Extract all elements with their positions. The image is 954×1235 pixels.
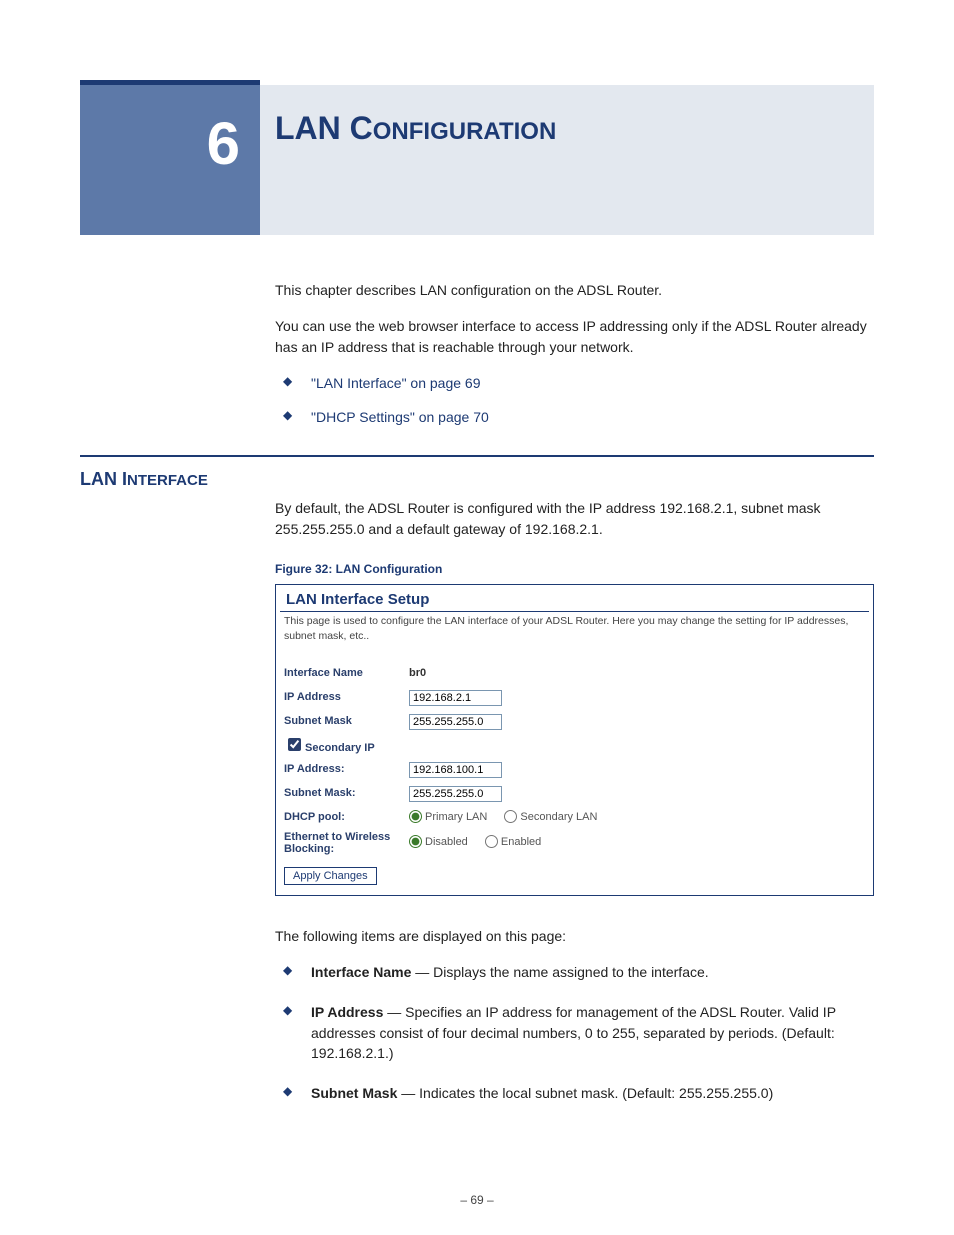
label-subnet-mask2: Subnet Mask:	[284, 786, 409, 802]
document-page: 6 LAN CONFIGURATION This chapter describ…	[0, 0, 954, 1235]
section-p1: By default, the ADSL Router is configure…	[275, 498, 874, 539]
item-name: IP Address	[311, 1004, 383, 1020]
item-desc: — Specifies an IP address for management…	[311, 1004, 836, 1061]
screenshot-form: Interface Name br0 IP Address Subnet Mas…	[276, 663, 873, 895]
embedded-screenshot: LAN Interface Setup This page is used to…	[275, 584, 874, 895]
intro-p2: You can use the web browser interface to…	[275, 316, 874, 357]
screenshot-description: This page is used to configure the LAN i…	[276, 612, 873, 662]
input-ip-address2[interactable]	[409, 762, 502, 778]
toc-item-dhcp-settings[interactable]: "DHCP Settings" on page 70	[275, 407, 874, 427]
label-ip-address2: IP Address:	[284, 762, 409, 778]
label-secondary-ip-text: Secondary IP	[305, 742, 375, 754]
toc-list: "LAN Interface" on page 69 "DHCP Setting…	[275, 373, 874, 428]
row-subnet-mask: Subnet Mask	[284, 711, 865, 733]
radio-dhcp-primary[interactable]	[409, 810, 422, 823]
apply-changes-button[interactable]: Apply Changes	[284, 867, 377, 885]
item-name: Subnet Mask	[311, 1085, 397, 1101]
section-head-main: LAN I	[80, 469, 127, 489]
eth-wifi-block-options: Disabled Enabled	[409, 835, 555, 851]
radio-dhcp-secondary[interactable]	[504, 810, 517, 823]
item-ip-address: IP Address — Specifies an IP address for…	[275, 1002, 874, 1063]
label-interface-name: Interface Name	[284, 666, 409, 682]
dhcp-pool-options: Primary LAN Secondary LAN	[409, 810, 611, 826]
input-subnet-mask[interactable]	[409, 714, 502, 730]
label-dhcp-pool: DHCP pool:	[284, 810, 409, 826]
item-desc: — Displays the name assigned to the inte…	[411, 964, 708, 980]
item-interface-name: Interface Name — Displays the name assig…	[275, 962, 874, 982]
items-list: Interface Name — Displays the name assig…	[275, 962, 874, 1103]
section-head-smallcaps: NTERFACE	[127, 472, 208, 489]
label-secondary-ip: Secondary IP	[284, 735, 409, 757]
radio-block-enabled[interactable]	[485, 835, 498, 848]
chapter-title-bar	[260, 85, 874, 235]
value-interface-name: br0	[409, 666, 426, 682]
label-ip-address: IP Address	[284, 690, 409, 706]
figure-caption: Figure 32: LAN Configuration	[275, 561, 874, 578]
checkbox-secondary-ip[interactable]	[288, 738, 301, 751]
radio-label-block-enabled: Enabled	[501, 836, 541, 848]
radio-label-dhcp-primary: Primary LAN	[425, 811, 487, 823]
item-name: Interface Name	[311, 964, 411, 980]
intro-body: This chapter describes LAN configuration…	[275, 280, 874, 427]
toc-link: "LAN Interface" on page 69	[311, 375, 481, 391]
chapter-title-smallcaps: ONFIGURATION	[373, 118, 557, 145]
label-subnet-mask: Subnet Mask	[284, 714, 409, 730]
row-eth-wifi-block: Ethernet to Wireless Blocking: Disabled …	[284, 831, 865, 855]
item-desc: — Indicates the local subnet mask. (Defa…	[397, 1085, 773, 1101]
row-ip-address: IP Address	[284, 687, 865, 709]
items-intro: The following items are displayed on thi…	[275, 926, 874, 946]
toc-item-lan-interface[interactable]: "LAN Interface" on page 69	[275, 373, 874, 393]
input-subnet-mask2[interactable]	[409, 786, 502, 802]
row-dhcp-pool: DHCP pool: Primary LAN Secondary LAN	[284, 807, 865, 829]
chapter-title-main: LAN C	[275, 110, 373, 146]
row-interface-name: Interface Name br0	[284, 663, 865, 685]
input-ip-address[interactable]	[409, 690, 502, 706]
radio-block-disabled[interactable]	[409, 835, 422, 848]
radio-label-dhcp-secondary: Secondary LAN	[520, 811, 597, 823]
row-secondary-ip: Secondary IP	[284, 735, 865, 757]
item-subnet-mask: Subnet Mask — Indicates the local subnet…	[275, 1083, 874, 1103]
chapter-number-block: 6	[80, 80, 260, 235]
section-body: By default, the ADSL Router is configure…	[275, 498, 874, 1103]
page-number: – 69 –	[0, 1193, 954, 1207]
label-eth-wifi-block: Ethernet to Wireless Blocking:	[284, 831, 409, 855]
row-subnet-mask2: Subnet Mask:	[284, 783, 865, 805]
chapter-header: 6 LAN CONFIGURATION	[80, 80, 874, 230]
intro-p1: This chapter describes LAN configuration…	[275, 280, 874, 300]
chapter-title: LAN CONFIGURATION	[275, 110, 556, 147]
chapter-number: 6	[207, 109, 240, 178]
section-heading-lan-interface: LAN INTERFACE	[80, 469, 874, 490]
screenshot-title: LAN Interface Setup	[280, 585, 869, 612]
row-ip-address2: IP Address:	[284, 759, 865, 781]
section-divider	[80, 455, 874, 457]
radio-label-block-disabled: Disabled	[425, 836, 468, 848]
toc-link: "DHCP Settings" on page 70	[311, 409, 489, 425]
